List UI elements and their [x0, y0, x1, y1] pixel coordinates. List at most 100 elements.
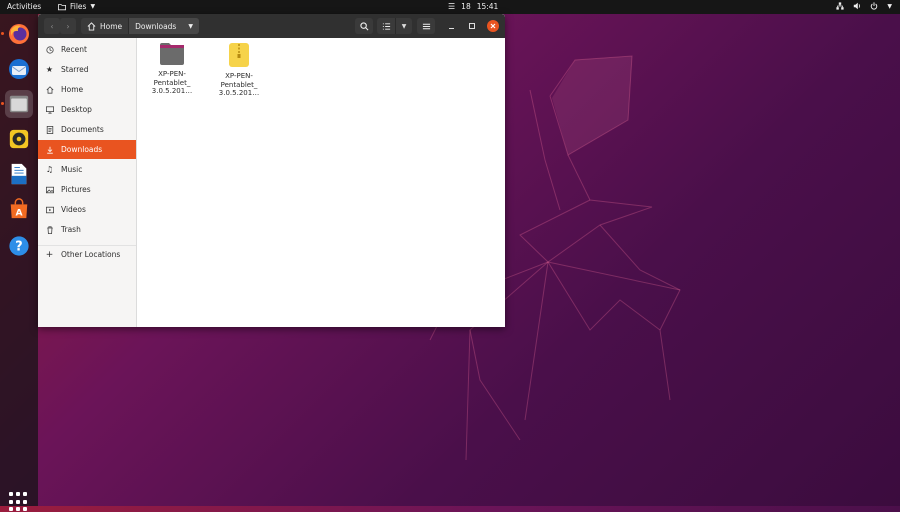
- dock-help[interactable]: ?: [5, 232, 33, 260]
- sidebar-item-label: Videos: [61, 205, 86, 214]
- firefox-icon: [9, 24, 29, 44]
- document-icon: [45, 125, 54, 134]
- dock-rhythmbox[interactable]: [5, 125, 33, 153]
- file-item-folder[interactable]: XP-PEN- Pentablet_ 3.0.5.201…: [142, 42, 202, 96]
- home-icon: [87, 21, 96, 31]
- sidebar-item-label: Recent: [61, 45, 87, 54]
- breadcrumb-label: Downloads: [135, 21, 177, 31]
- chevron-down-icon: ▼: [401, 22, 407, 30]
- close-icon: [490, 23, 496, 29]
- view-options-button[interactable]: ▼: [395, 18, 412, 34]
- dock-firefox[interactable]: [1, 20, 33, 48]
- trash-icon: [45, 225, 54, 234]
- sidebar-item-label: Downloads: [61, 145, 103, 154]
- chevron-down-icon: ▼: [887, 2, 892, 10]
- top-bar: Activities Files ▼ ☰ 18 15:41 ▼: [0, 0, 900, 14]
- sidebar-item-music[interactable]: ♫ Music: [38, 160, 136, 179]
- chevron-down-icon: ▼: [90, 3, 96, 10]
- app-menu[interactable]: Files ▼: [58, 2, 95, 11]
- search-button[interactable]: [355, 18, 373, 34]
- sidebar-item-label: Music: [61, 165, 83, 174]
- sidebar-item-label: Starred: [61, 65, 89, 74]
- file-name: XP-PEN- Pentablet_ 3.0.5.201…: [218, 72, 260, 97]
- maximize-icon: [469, 23, 475, 29]
- dock-writer[interactable]: [5, 160, 33, 188]
- clock[interactable]: ☰ 18 15:41: [448, 2, 498, 11]
- archive-icon: [229, 43, 249, 67]
- sidebar-item-label: Trash: [61, 225, 81, 234]
- view-list-button[interactable]: [377, 18, 395, 34]
- sidebar-item-downloads[interactable]: Downloads: [38, 140, 136, 159]
- music-icon: ♫: [45, 165, 54, 174]
- file-name: XP-PEN- Pentablet_ 3.0.5.201…: [151, 70, 193, 95]
- menu-button[interactable]: [417, 18, 435, 34]
- writer-icon: [11, 163, 27, 185]
- show-applications-button[interactable]: [9, 492, 29, 512]
- dock: A ?: [0, 14, 38, 512]
- sidebar-item-label: Documents: [61, 125, 104, 134]
- sidebar-item-pictures[interactable]: Pictures: [38, 180, 136, 199]
- dock-software[interactable]: A: [5, 195, 33, 223]
- sidebar-item-label: Home: [61, 85, 84, 94]
- hamburger-icon: [422, 23, 430, 29]
- forward-button[interactable]: ›: [60, 18, 76, 34]
- folder-icon: [160, 43, 184, 65]
- close-button[interactable]: [487, 20, 499, 32]
- video-icon: [45, 205, 54, 214]
- desktop-icon: [45, 105, 54, 114]
- folder-icon: [58, 3, 66, 10]
- sidebar-item-desktop[interactable]: Desktop: [38, 100, 136, 119]
- network-icon: [836, 2, 844, 10]
- software-icon: A: [10, 198, 28, 218]
- time-label: 15:41: [476, 2, 499, 11]
- sidebar-item-documents[interactable]: Documents: [38, 120, 136, 139]
- activities-button[interactable]: Activities: [7, 2, 41, 11]
- system-tray[interactable]: ▼: [836, 2, 892, 10]
- maximize-button[interactable]: [466, 20, 478, 32]
- sidebar-item-other-locations[interactable]: + Other Locations: [38, 245, 136, 264]
- files-window: ‹ › Home Downloads ▼ ▼ Recent ★ Starred …: [38, 14, 505, 327]
- dock-thunderbird[interactable]: [5, 55, 33, 83]
- sidebar-item-label: Desktop: [61, 105, 92, 114]
- header-bar: ‹ › Home Downloads ▼ ▼: [38, 14, 505, 38]
- sidebar-item-label: Other Locations: [61, 250, 121, 259]
- sidebar-item-starred[interactable]: ★ Starred: [38, 60, 136, 79]
- chevron-down-icon: ▼: [188, 22, 193, 30]
- back-button[interactable]: ‹: [44, 18, 60, 34]
- download-icon: [45, 145, 54, 154]
- picture-icon: [45, 185, 54, 194]
- svg-text:?: ?: [15, 240, 22, 255]
- list-view-icon: [382, 22, 390, 30]
- sidebar-item-videos[interactable]: Videos: [38, 200, 136, 219]
- power-icon: [871, 2, 878, 10]
- help-icon: ?: [9, 236, 29, 256]
- sidebar-item-trash[interactable]: Trash: [38, 220, 136, 239]
- calendar-icon: ☰: [448, 2, 456, 11]
- path-bar: Home Downloads ▼: [81, 18, 199, 34]
- breadcrumb-label: Home: [100, 21, 123, 31]
- chevron-left-icon: ‹: [50, 21, 54, 31]
- dock-files[interactable]: [1, 90, 33, 118]
- plus-icon: +: [45, 249, 54, 260]
- search-icon: [359, 21, 368, 30]
- date-label: 18: [461, 2, 471, 11]
- star-icon: ★: [45, 65, 54, 74]
- rhythmbox-icon: [9, 129, 29, 149]
- app-menu-label: Files: [70, 2, 87, 11]
- breadcrumb-downloads[interactable]: Downloads ▼: [128, 18, 199, 34]
- svg-text:A: A: [15, 207, 23, 218]
- sidebar-item-recent[interactable]: Recent: [38, 40, 136, 59]
- files-icon: [9, 95, 29, 113]
- home-icon: [45, 85, 54, 94]
- minimize-button[interactable]: [445, 20, 457, 32]
- file-view: XP-PEN- Pentablet_ 3.0.5.201… XP-PEN- Pe…: [137, 38, 505, 327]
- running-indicator: [1, 32, 4, 35]
- clock-icon: [45, 45, 54, 54]
- running-indicator: [1, 102, 4, 105]
- breadcrumb-home[interactable]: Home: [81, 18, 128, 34]
- file-item-archive[interactable]: XP-PEN- Pentablet_ 3.0.5.201…: [209, 42, 269, 98]
- minimize-icon: [448, 27, 454, 29]
- sidebar-item-home[interactable]: Home: [38, 80, 136, 99]
- places-sidebar: Recent ★ Starred Home Desktop Documents …: [38, 38, 137, 327]
- volume-icon: [854, 2, 861, 10]
